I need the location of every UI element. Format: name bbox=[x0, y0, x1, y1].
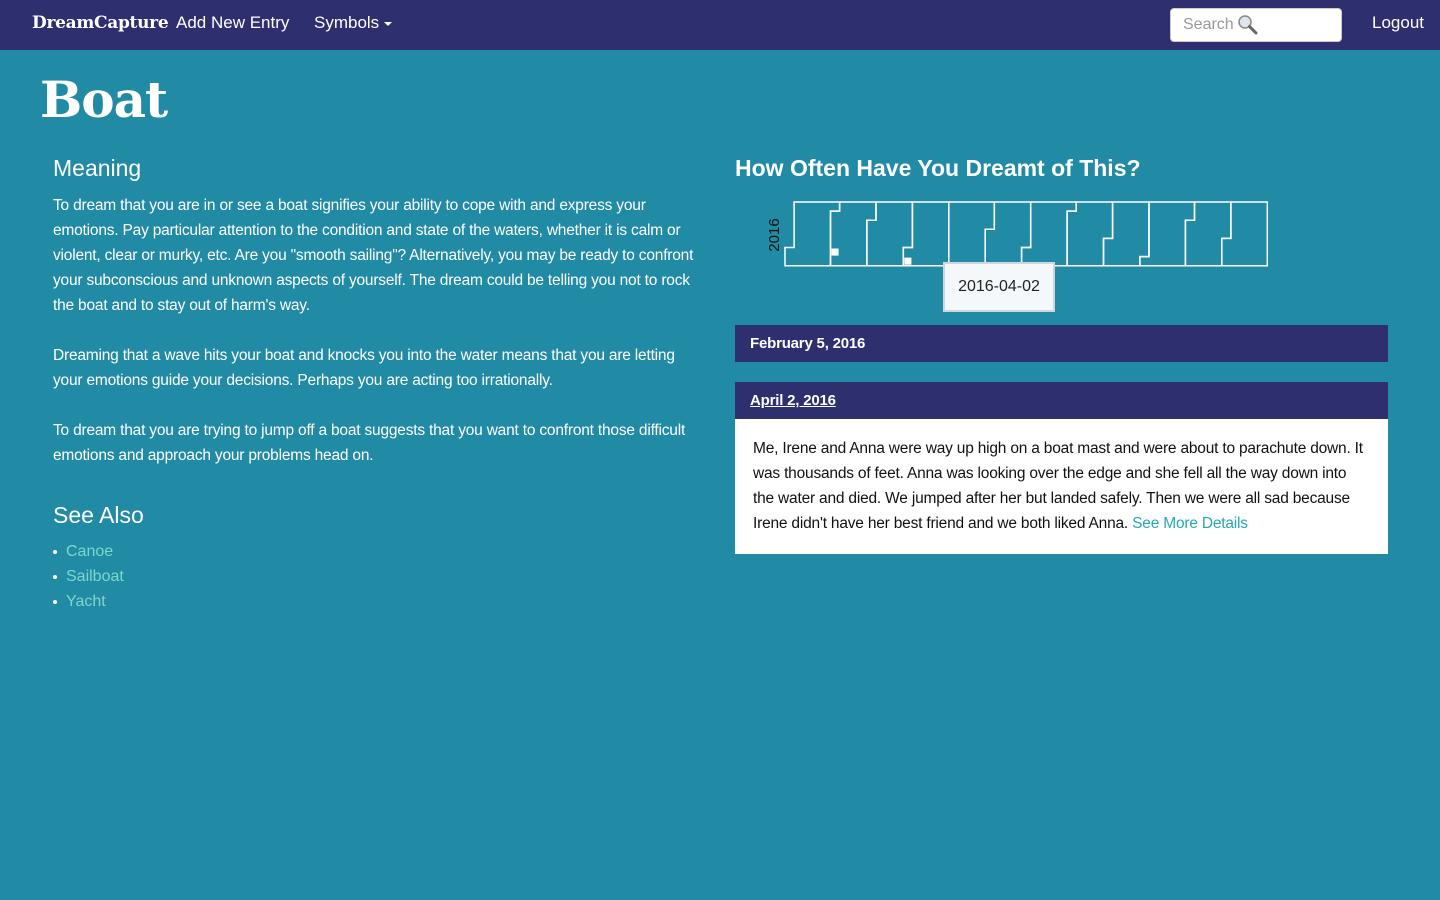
highlighted-day-cell[interactable] bbox=[904, 257, 912, 265]
symbols-label: Symbols bbox=[314, 13, 380, 32]
date-tooltip: 2016-04-02 bbox=[943, 262, 1055, 312]
year-label: 2016 bbox=[766, 218, 783, 251]
see-also-heading: See Also bbox=[53, 502, 144, 528]
month-outline bbox=[1184, 201, 1232, 267]
caret-down-icon bbox=[384, 21, 393, 26]
month-outline bbox=[866, 201, 914, 267]
page-title: Boat bbox=[40, 70, 168, 129]
month-outline bbox=[1066, 201, 1114, 267]
entry-text: Me, Irene and Anna were way up high on a… bbox=[753, 440, 1363, 532]
highlighted-day-cell[interactable] bbox=[831, 248, 839, 256]
top-navbar: DreamCapture Add New Entry Symbols Logou… bbox=[0, 0, 1440, 50]
meaning-column: Meaning To dream that you are in or see … bbox=[53, 155, 703, 614]
entry-date[interactable]: February 5, 2016 bbox=[750, 335, 865, 352]
entry-header[interactable]: February 5, 2016 bbox=[735, 325, 1388, 362]
calendar-grid bbox=[784, 201, 1269, 267]
entry-body: Me, Irene and Anna were way up high on a… bbox=[735, 419, 1388, 554]
symbols-dropdown[interactable]: Symbols bbox=[314, 13, 393, 33]
meaning-paragraph: Dreaming that a wave hits your boat and … bbox=[53, 347, 675, 389]
meaning-paragraph: To dream that you are trying to jump off… bbox=[53, 422, 686, 464]
see-also-link-sailboat[interactable]: Sailboat bbox=[53, 564, 703, 589]
month-outline bbox=[984, 201, 1032, 267]
add-new-entry-link[interactable]: Add New Entry bbox=[176, 13, 289, 33]
meaning-heading: Meaning bbox=[53, 155, 142, 181]
see-also-link-yacht[interactable]: Yacht bbox=[53, 589, 703, 614]
see-also-list: Canoe Sailboat Yacht bbox=[53, 539, 703, 614]
magnifier-icon[interactable] bbox=[1237, 14, 1259, 36]
see-also-link-canoe[interactable]: Canoe bbox=[53, 539, 703, 564]
month-outline bbox=[829, 201, 877, 267]
frequency-heading: How Often Have You Dreamt of This? bbox=[735, 155, 1141, 181]
search-box[interactable] bbox=[1170, 8, 1342, 42]
see-more-details-link[interactable]: See More Details bbox=[1132, 515, 1248, 532]
logout-link[interactable]: Logout bbox=[1372, 13, 1424, 33]
entry-date[interactable]: April 2, 2016 bbox=[750, 392, 836, 409]
month-outline bbox=[1221, 201, 1269, 267]
month-outline bbox=[1139, 201, 1196, 267]
entry-header[interactable]: April 2, 2016 bbox=[735, 382, 1388, 419]
month-outline bbox=[902, 201, 950, 267]
meaning-paragraph: To dream that you are in or see a boat s… bbox=[53, 197, 694, 314]
search-input[interactable] bbox=[1183, 15, 1243, 35]
month-outline bbox=[948, 201, 996, 267]
brand-logo[interactable]: DreamCapture bbox=[32, 13, 169, 33]
